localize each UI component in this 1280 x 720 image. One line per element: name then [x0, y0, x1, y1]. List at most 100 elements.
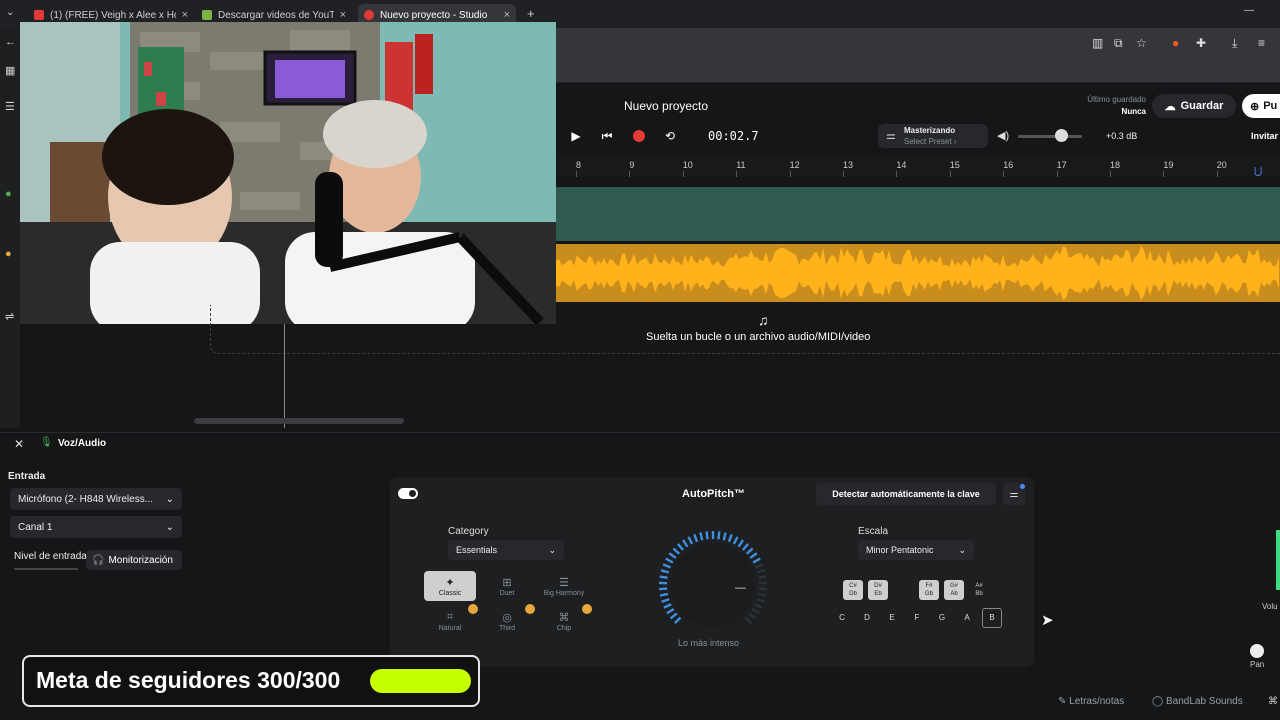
invite-button[interactable]: Invitar: [1251, 131, 1278, 141]
ruler-label: 9: [629, 160, 635, 170]
minimize-button[interactable]: —: [1244, 5, 1254, 16]
timeline-ruler[interactable]: 8 9 10 11 12 13 14 15 16 17 18 19 20: [556, 157, 1280, 177]
scale-select[interactable]: Minor Pentatonic ⌄: [858, 540, 974, 560]
ruler-label: 8: [576, 160, 582, 170]
scale-key[interactable]: A: [960, 613, 974, 622]
scale-key[interactable]: F: [910, 613, 924, 622]
input-level-label: Nivel de entrada: [14, 551, 87, 562]
scale-key-sharp[interactable]: C# Db: [843, 580, 863, 600]
premium-badge-icon: [582, 604, 592, 614]
star-icon[interactable]: ☆: [1136, 36, 1147, 50]
extensions-icon[interactable]: ✚: [1196, 36, 1206, 50]
tab-title: Nuevo proyecto - Studio: [380, 9, 488, 21]
ruler-tick: [1110, 171, 1111, 177]
tab-menu-icon[interactable]: ⌄: [6, 7, 14, 18]
tab-title: (1) (FREE) Veigh x Alee x Hoodtr...: [50, 9, 176, 21]
volume-slider-handle[interactable]: [1055, 129, 1068, 142]
menu-icon[interactable]: ☰: [5, 100, 15, 113]
knob-tick: [748, 612, 757, 620]
close-icon[interactable]: ✕: [14, 437, 24, 451]
close-icon[interactable]: ×: [182, 9, 188, 21]
preset-big-harmony[interactable]: ☰ Big Harmony: [538, 571, 590, 601]
horizontal-scrollbar[interactable]: [194, 418, 404, 424]
pencil-icon: ✎: [1058, 696, 1070, 707]
lyrics-link[interactable]: ✎ Letras/notas: [1058, 696, 1124, 707]
play-button[interactable]: ▶: [565, 126, 587, 146]
autopitch-toggle[interactable]: [398, 488, 418, 499]
notification-dot: [1020, 484, 1025, 489]
mastering-button[interactable]: ⚌ Masterizando Select Preset ›: [878, 124, 988, 148]
knob-tick: [717, 531, 721, 540]
master-volume-slider[interactable]: [1018, 135, 1082, 138]
pan-label: Pan: [1250, 660, 1265, 669]
monitoring-button[interactable]: 🎧 Monitorización: [86, 550, 182, 570]
rewind-button[interactable]: ⏮: [596, 126, 618, 146]
preset-classic[interactable]: ✦ Classic: [424, 571, 476, 601]
scale-key-sharp[interactable]: F# Gb: [919, 580, 939, 600]
sounds-link[interactable]: ◯ BandLab Sounds: [1152, 696, 1243, 707]
category-select[interactable]: Essentials ⌄: [448, 540, 564, 560]
ruler-tick: [949, 171, 951, 177]
screenshot-icon[interactable]: ⧉: [1114, 36, 1123, 51]
publish-label: Pu: [1263, 100, 1278, 112]
detect-key-button[interactable]: Detectar automáticamente la clave: [816, 483, 996, 505]
save-button[interactable]: ☁ Guardar: [1152, 94, 1236, 118]
knob-tick: [659, 575, 668, 579]
scale-key[interactable]: D: [860, 613, 874, 622]
channel-select[interactable]: Canal 1 ⌄: [10, 516, 182, 538]
sliders-icon: ⚌: [1009, 488, 1019, 500]
loop-marker-icon[interactable]: ⋃: [1254, 166, 1262, 177]
sliders-icon: ⚌: [886, 130, 896, 142]
scale-key-sharp[interactable]: D# Eb: [868, 580, 888, 600]
volume-meter: [1276, 530, 1280, 590]
record-button[interactable]: [628, 126, 650, 146]
track-clip-green[interactable]: [556, 187, 1280, 241]
chevron-down-icon: ⌄: [958, 544, 966, 555]
ruler-tick: [682, 171, 684, 177]
preset-duet[interactable]: ⊞ Duet: [481, 571, 533, 601]
ruler-tick: [1216, 171, 1218, 177]
pan-knob[interactable]: [1250, 644, 1264, 658]
scale-key[interactable]: C: [835, 613, 849, 622]
ruler-label: 14: [896, 160, 907, 170]
tab-title: Descargar videos de YouTube - ...: [218, 9, 334, 21]
menu-icon[interactable]: ≡: [1258, 36, 1265, 50]
close-icon[interactable]: ×: [340, 9, 346, 21]
intensity-knob[interactable]: [655, 530, 775, 650]
knob-tick: [705, 531, 709, 540]
lyrics-label: Letras/notas: [1069, 696, 1125, 707]
chevron-down-icon: ⌄: [165, 521, 174, 533]
download-icon[interactable]: ⤓: [1232, 36, 1237, 51]
mastering-title: Masterizando: [904, 126, 956, 135]
speaker-icon[interactable]: ◀): [997, 129, 1009, 142]
mixer-icon[interactable]: ⇌: [5, 310, 14, 323]
shortcuts-icon[interactable]: ⌘: [1268, 696, 1278, 707]
scale-key-sharp[interactable]: A# Bb: [969, 580, 989, 600]
close-icon[interactable]: ×: [504, 9, 510, 21]
loop-button[interactable]: ⟲: [659, 126, 681, 146]
back-icon[interactable]: ←: [5, 36, 16, 48]
scale-key-sharp[interactable]: G# Ab: [944, 580, 964, 600]
harmony-icon: ☰: [559, 576, 569, 589]
apps-icon[interactable]: ▦: [5, 64, 15, 77]
project-title[interactable]: Nuevo proyecto: [624, 99, 708, 113]
publish-button[interactable]: ⊕ Pu: [1242, 94, 1280, 118]
ruler-tick: [789, 171, 791, 177]
preset-label: Chip: [556, 624, 572, 632]
download-icon: [202, 10, 212, 20]
ruler-tick: [1003, 171, 1005, 177]
scale-key[interactable]: E: [885, 613, 899, 622]
input-label: Entrada: [8, 471, 46, 482]
new-tab-button[interactable]: +: [527, 6, 535, 21]
knob-tick: [693, 533, 699, 543]
audio-clip[interactable]: [556, 244, 1280, 302]
playhead[interactable]: [284, 324, 285, 428]
drop-zone[interactable]: [210, 305, 1280, 354]
ruler-label: 17: [1056, 160, 1067, 170]
scale-key[interactable]: G: [935, 613, 949, 622]
extension-fire-icon[interactable]: ●: [1172, 36, 1179, 50]
reader-icon[interactable]: ▥: [1092, 36, 1103, 50]
preset-label: Duet: [499, 589, 515, 597]
mic-select[interactable]: Micrófono (2- H848 Wireless... ⌄: [10, 488, 182, 510]
follower-goal-text: Meta de seguidores 300/300: [36, 667, 341, 693]
